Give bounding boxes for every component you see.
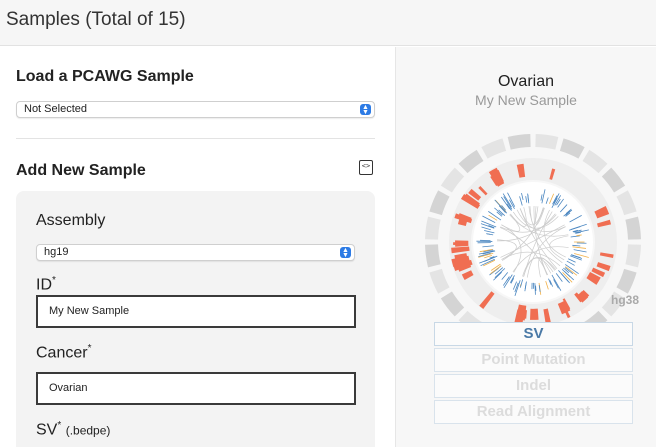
tab-sv[interactable]: SV bbox=[434, 322, 633, 346]
chromosome-segment bbox=[425, 216, 441, 240]
cancer-input[interactable]: Ovarian bbox=[36, 372, 356, 405]
chromosome-segment bbox=[616, 268, 637, 294]
assembly-badge: hg38 bbox=[611, 293, 639, 307]
chromosome-segment bbox=[625, 244, 641, 268]
preview-cancer-title: Ovarian bbox=[497, 73, 555, 90]
tab-read-alignment[interactable]: Read Alignment bbox=[434, 400, 633, 424]
chromosome-segment bbox=[440, 167, 465, 193]
select-arrows-icon: ▲ ▼ bbox=[360, 104, 371, 116]
id-input[interactable]: My New Sample bbox=[36, 295, 356, 328]
chromosome-segment bbox=[458, 149, 484, 174]
section-divider bbox=[16, 138, 375, 139]
chromosome-segment bbox=[440, 291, 465, 317]
sv-label: SV* (.bedpe) bbox=[36, 420, 111, 439]
chromosome-segment bbox=[429, 268, 450, 294]
page-title: Samples (Total of 15) bbox=[6, 9, 186, 30]
chromosome-segment bbox=[535, 134, 559, 150]
chromosome-segment bbox=[507, 134, 531, 150]
assembly-select[interactable]: hg19 ▲ ▼ bbox=[36, 244, 355, 261]
circos-plot: hg38 bbox=[425, 134, 641, 335]
chromosome-segment bbox=[429, 190, 450, 216]
load-sample-title: Load a PCAWG Sample bbox=[16, 68, 194, 85]
id-label: ID* bbox=[36, 275, 56, 294]
left-panel: Load a PCAWG Sample Not Selected ▲ ▼ Add … bbox=[0, 47, 395, 447]
assembly-select-value: hg19 bbox=[44, 246, 69, 258]
pcawg-sample-select[interactable]: Not Selected ▲ ▼ bbox=[16, 101, 375, 118]
add-sample-title: Add New Sample bbox=[16, 162, 146, 179]
header-bar: Samples (Total of 15) bbox=[0, 0, 656, 46]
tab-point-mutation[interactable]: Point Mutation bbox=[434, 348, 633, 372]
cancer-label: Cancer* bbox=[36, 343, 92, 362]
mutation-tick bbox=[534, 283, 536, 295]
chromosome-segment bbox=[582, 149, 608, 174]
pcawg-sample-select-value: Not Selected bbox=[24, 103, 87, 115]
select-arrows-icon: ▲ ▼ bbox=[340, 247, 351, 259]
cnv-bar bbox=[530, 308, 539, 320]
assembly-label: Assembly bbox=[36, 212, 106, 229]
preview-panel: Ovarian My New Sample hg38 SV Point Muta… bbox=[396, 47, 656, 447]
chromosome-segment bbox=[601, 167, 626, 193]
chromosome-segment bbox=[559, 138, 585, 159]
code-file-icon[interactable]: <> bbox=[359, 160, 373, 175]
tab-indel[interactable]: Indel bbox=[434, 374, 633, 398]
chromosome-segment bbox=[616, 190, 637, 216]
chromosome-segment bbox=[425, 244, 441, 268]
chromosome-segment bbox=[625, 216, 641, 240]
chromosome-segment bbox=[481, 138, 507, 159]
